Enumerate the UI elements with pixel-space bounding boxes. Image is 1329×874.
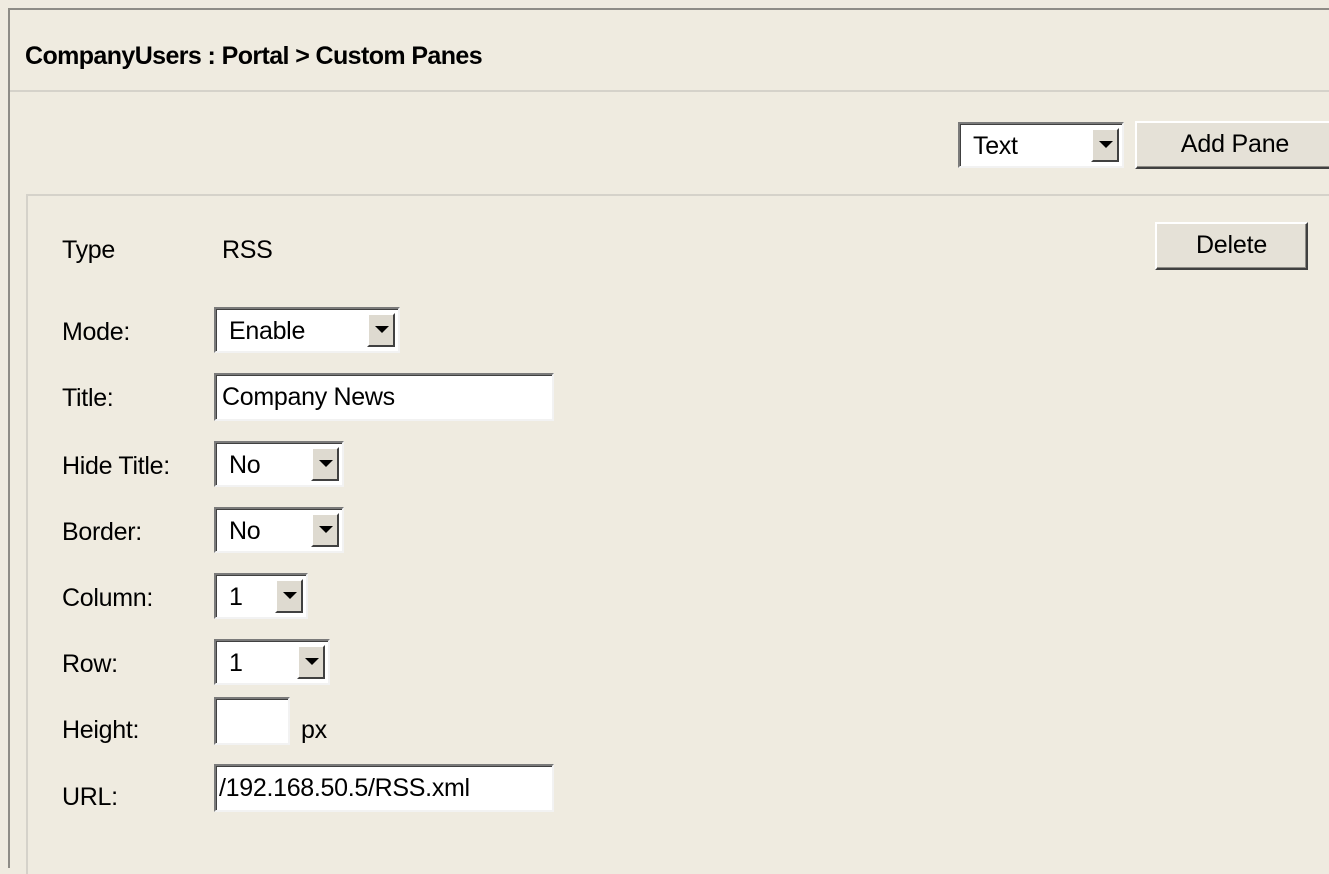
pane-type-select[interactable]: Text bbox=[958, 122, 1124, 168]
type-label: Type bbox=[62, 236, 115, 264]
pane-type-select-value: Text bbox=[973, 132, 1018, 160]
hide-title-label: Hide Title: bbox=[62, 452, 170, 480]
border-label: Border: bbox=[62, 518, 142, 546]
row-label: Row: bbox=[62, 650, 118, 678]
hide-title-select[interactable]: No bbox=[214, 441, 344, 487]
mode-select-value: Enable bbox=[229, 317, 306, 345]
page-header: CompanyUsers : Portal > Custom Panes bbox=[10, 10, 1329, 92]
row-select-value: 1 bbox=[229, 649, 243, 677]
title-label: Title: bbox=[62, 384, 114, 412]
delete-button[interactable]: Delete bbox=[1155, 222, 1308, 270]
height-label: Height: bbox=[62, 716, 140, 744]
border-select-value: No bbox=[229, 517, 261, 545]
hide-title-select-value: No bbox=[229, 451, 261, 479]
column-select-value: 1 bbox=[229, 583, 243, 611]
column-label: Column: bbox=[62, 584, 153, 612]
type-value: RSS bbox=[222, 236, 273, 264]
height-input[interactable] bbox=[214, 697, 290, 745]
chevron-down-icon[interactable] bbox=[297, 645, 325, 679]
url-label: URL: bbox=[62, 783, 118, 811]
chevron-down-icon[interactable] bbox=[275, 579, 303, 613]
chevron-down-icon[interactable] bbox=[367, 313, 395, 347]
chevron-down-icon[interactable] bbox=[311, 513, 339, 547]
mode-select[interactable]: Enable bbox=[214, 307, 400, 353]
chevron-down-icon[interactable] bbox=[311, 447, 339, 481]
border-select[interactable]: No bbox=[214, 507, 344, 553]
title-input[interactable] bbox=[214, 373, 554, 421]
url-input[interactable] bbox=[214, 764, 554, 812]
chevron-down-icon[interactable] bbox=[1091, 128, 1119, 162]
breadcrumb: CompanyUsers : Portal > Custom Panes bbox=[25, 42, 483, 70]
row-select[interactable]: 1 bbox=[214, 639, 330, 685]
height-unit: px bbox=[301, 716, 327, 744]
column-select[interactable]: 1 bbox=[214, 573, 308, 619]
mode-label: Mode: bbox=[62, 318, 130, 346]
add-pane-button[interactable]: Add Pane bbox=[1135, 121, 1329, 169]
